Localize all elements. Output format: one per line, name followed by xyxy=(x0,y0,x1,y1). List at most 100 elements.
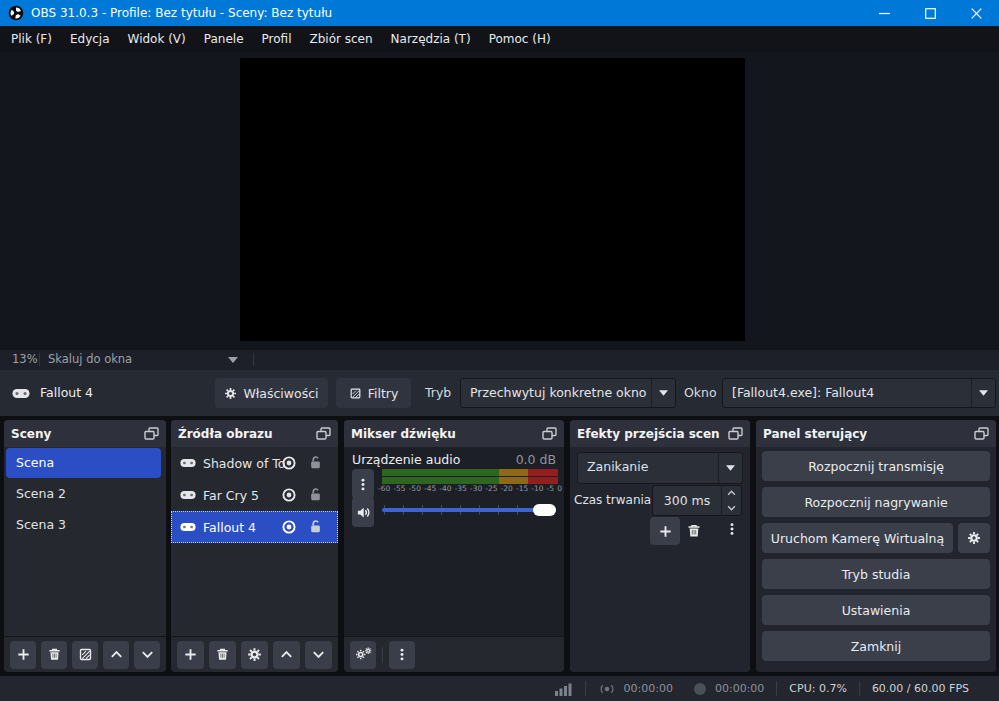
spin-down-button[interactable] xyxy=(722,501,741,516)
transitions-panel: Efekty przejścia scen Zanikanie Czas trw… xyxy=(570,420,750,672)
obs-logo-icon xyxy=(8,5,24,21)
virtual-camera-button[interactable]: Uruchom Kamerę Wirtualną xyxy=(762,523,953,553)
transition-menu-button[interactable] xyxy=(722,521,742,537)
preview-scale-bar: 13% Skaluj do okna xyxy=(0,350,999,370)
lock-icon[interactable] xyxy=(308,519,323,534)
scene-item[interactable]: Scena 3 xyxy=(6,510,161,540)
add-scene-button[interactable] xyxy=(10,641,36,669)
gamepad-icon xyxy=(12,388,30,399)
start-recording-button[interactable]: Rozpocznij nagrywanie xyxy=(762,487,990,517)
mixer-body: Urządzenie audio 0.0 dB -60-55-50-45-40-… xyxy=(344,447,564,636)
audio-device-label: Urządzenie audio xyxy=(352,452,460,467)
video-canvas[interactable] xyxy=(240,58,745,341)
popout-icon[interactable] xyxy=(974,427,989,440)
lock-icon[interactable] xyxy=(308,455,323,470)
record-status-icon xyxy=(693,682,707,696)
menu-edycja[interactable]: Edycja xyxy=(61,26,119,52)
maximize-button[interactable] xyxy=(907,0,953,26)
source-up-button[interactable] xyxy=(273,641,300,669)
capture-mode-select[interactable]: Przechwytuj konkretne okno xyxy=(460,378,676,408)
remove-transition-button[interactable] xyxy=(686,523,702,539)
scale-dropdown-arrow-icon[interactable] xyxy=(228,357,238,363)
virtual-camera-config-button[interactable] xyxy=(958,523,990,553)
menu-plik[interactable]: Plik (F) xyxy=(2,26,61,52)
scale-mode-label[interactable]: Skaluj do okna xyxy=(48,352,132,366)
add-source-button[interactable] xyxy=(177,641,204,669)
active-source-name: Fallout 4 xyxy=(40,385,93,400)
capture-window-select[interactable]: [Fallout4.exe]: Fallout4 xyxy=(722,378,996,408)
duration-label: Czas trwania xyxy=(574,493,651,507)
scenes-list: Scena Scena 2 Scena 3 xyxy=(4,447,166,636)
minimize-button[interactable] xyxy=(861,0,907,26)
properties-button[interactable]: Właściwości xyxy=(215,378,328,408)
studio-mode-button[interactable]: Tryb studia xyxy=(762,559,990,589)
mute-button[interactable] xyxy=(352,497,374,527)
add-transition-button[interactable] xyxy=(650,517,680,545)
preview-area xyxy=(0,52,999,350)
source-row[interactable]: Shadow of To xyxy=(171,447,338,479)
popout-icon[interactable] xyxy=(144,427,159,440)
popout-icon[interactable] xyxy=(316,427,331,440)
lock-icon[interactable] xyxy=(308,487,323,502)
scene-item[interactable]: Scena xyxy=(6,448,161,478)
duration-spinbox[interactable]: 300 ms xyxy=(652,485,742,516)
volume-slider[interactable] xyxy=(382,499,556,521)
close-button[interactable] xyxy=(953,0,999,26)
volume-slider-handle[interactable] xyxy=(533,504,556,516)
visibility-icon[interactable] xyxy=(281,519,297,535)
scene-filters-button[interactable] xyxy=(72,641,98,669)
record-time: 00:00:00 xyxy=(715,682,764,695)
cpu-usage: CPU: 0.7% xyxy=(789,682,847,695)
settings-button[interactable]: Ustawienia xyxy=(762,595,990,625)
advanced-audio-button[interactable] xyxy=(350,641,376,669)
popout-icon[interactable] xyxy=(728,427,743,440)
exit-button[interactable]: Zamknij xyxy=(762,631,990,661)
menu-panele[interactable]: Panele xyxy=(195,26,253,52)
source-row[interactable]: Fallout 4 xyxy=(171,511,338,543)
audio-level-db: 0.0 dB xyxy=(516,452,556,467)
audio-mixer-panel: Mikser dźwięku Urządzenie audio 0.0 dB -… xyxy=(344,420,564,672)
visibility-icon[interactable] xyxy=(281,455,297,471)
sources-list: Shadow of To Far Cry 5 Fallout 4 xyxy=(171,447,338,636)
sources-panel-header: Źródła obrazu xyxy=(171,420,338,447)
transitions-panel-header: Efekty przejścia scen xyxy=(570,420,750,447)
title-bar: OBS 31.0.3 - Profile: Bez tytułu - Sceny… xyxy=(0,0,999,26)
visibility-icon[interactable] xyxy=(281,487,297,503)
transition-select[interactable]: Zanikanie xyxy=(577,452,743,484)
remove-source-button[interactable] xyxy=(209,641,236,669)
menu-widok[interactable]: Widok (V) xyxy=(119,26,195,52)
source-down-button[interactable] xyxy=(305,641,332,669)
status-bar: 00:00:00 00:00:00 CPU: 0.7% 60.00 / 60.0… xyxy=(0,676,999,701)
scene-item[interactable]: Scena 2 xyxy=(6,479,161,509)
menu-zbior-scen[interactable]: Zbiór scen xyxy=(300,26,381,52)
mixer-menu-button[interactable] xyxy=(389,641,415,669)
gamepad-icon xyxy=(180,522,196,532)
menu-bar: Plik (F) Edycja Widok (V) Panele Profil … xyxy=(0,26,999,52)
menu-pomoc[interactable]: Pomoc (H) xyxy=(480,26,560,52)
mixer-options-button[interactable] xyxy=(352,469,374,499)
start-streaming-button[interactable]: Rozpocznij transmisję xyxy=(762,451,990,481)
popout-icon[interactable] xyxy=(542,427,557,440)
scene-down-button[interactable] xyxy=(134,641,160,669)
gamepad-icon xyxy=(180,458,196,468)
mixer-panel-header: Mikser dźwięku xyxy=(344,420,564,447)
spin-up-button[interactable] xyxy=(722,486,741,501)
controls-panel: Panel sterujący Rozpocznij transmisję Ro… xyxy=(756,420,996,672)
sources-panel: Źródła obrazu Shadow of To Far Cry 5 Fal… xyxy=(171,420,338,672)
filters-button[interactable]: Filtry xyxy=(336,378,411,408)
remove-scene-button[interactable] xyxy=(41,641,67,669)
chevron-down-icon xyxy=(659,390,668,396)
gamepad-icon xyxy=(180,490,196,500)
source-properties-button[interactable] xyxy=(241,641,268,669)
docks-area: Sceny Scena Scena 2 Scena 3 Źródła obraz… xyxy=(0,416,999,676)
transitions-body: Zanikanie Czas trwania 300 ms xyxy=(570,447,750,672)
window-title: OBS 31.0.3 - Profile: Bez tytułu - Sceny… xyxy=(31,6,332,20)
scene-up-button[interactable] xyxy=(103,641,129,669)
scenes-toolbar xyxy=(4,636,166,672)
menu-narzedzia[interactable]: Narzędzia (T) xyxy=(382,26,480,52)
mixer-toolbar xyxy=(344,636,564,672)
chevron-down-icon xyxy=(979,390,988,396)
menu-profil[interactable]: Profil xyxy=(253,26,301,52)
controls-body: Rozpocznij transmisję Rozpocznij nagrywa… xyxy=(756,447,996,672)
source-row[interactable]: Far Cry 5 xyxy=(171,479,338,511)
